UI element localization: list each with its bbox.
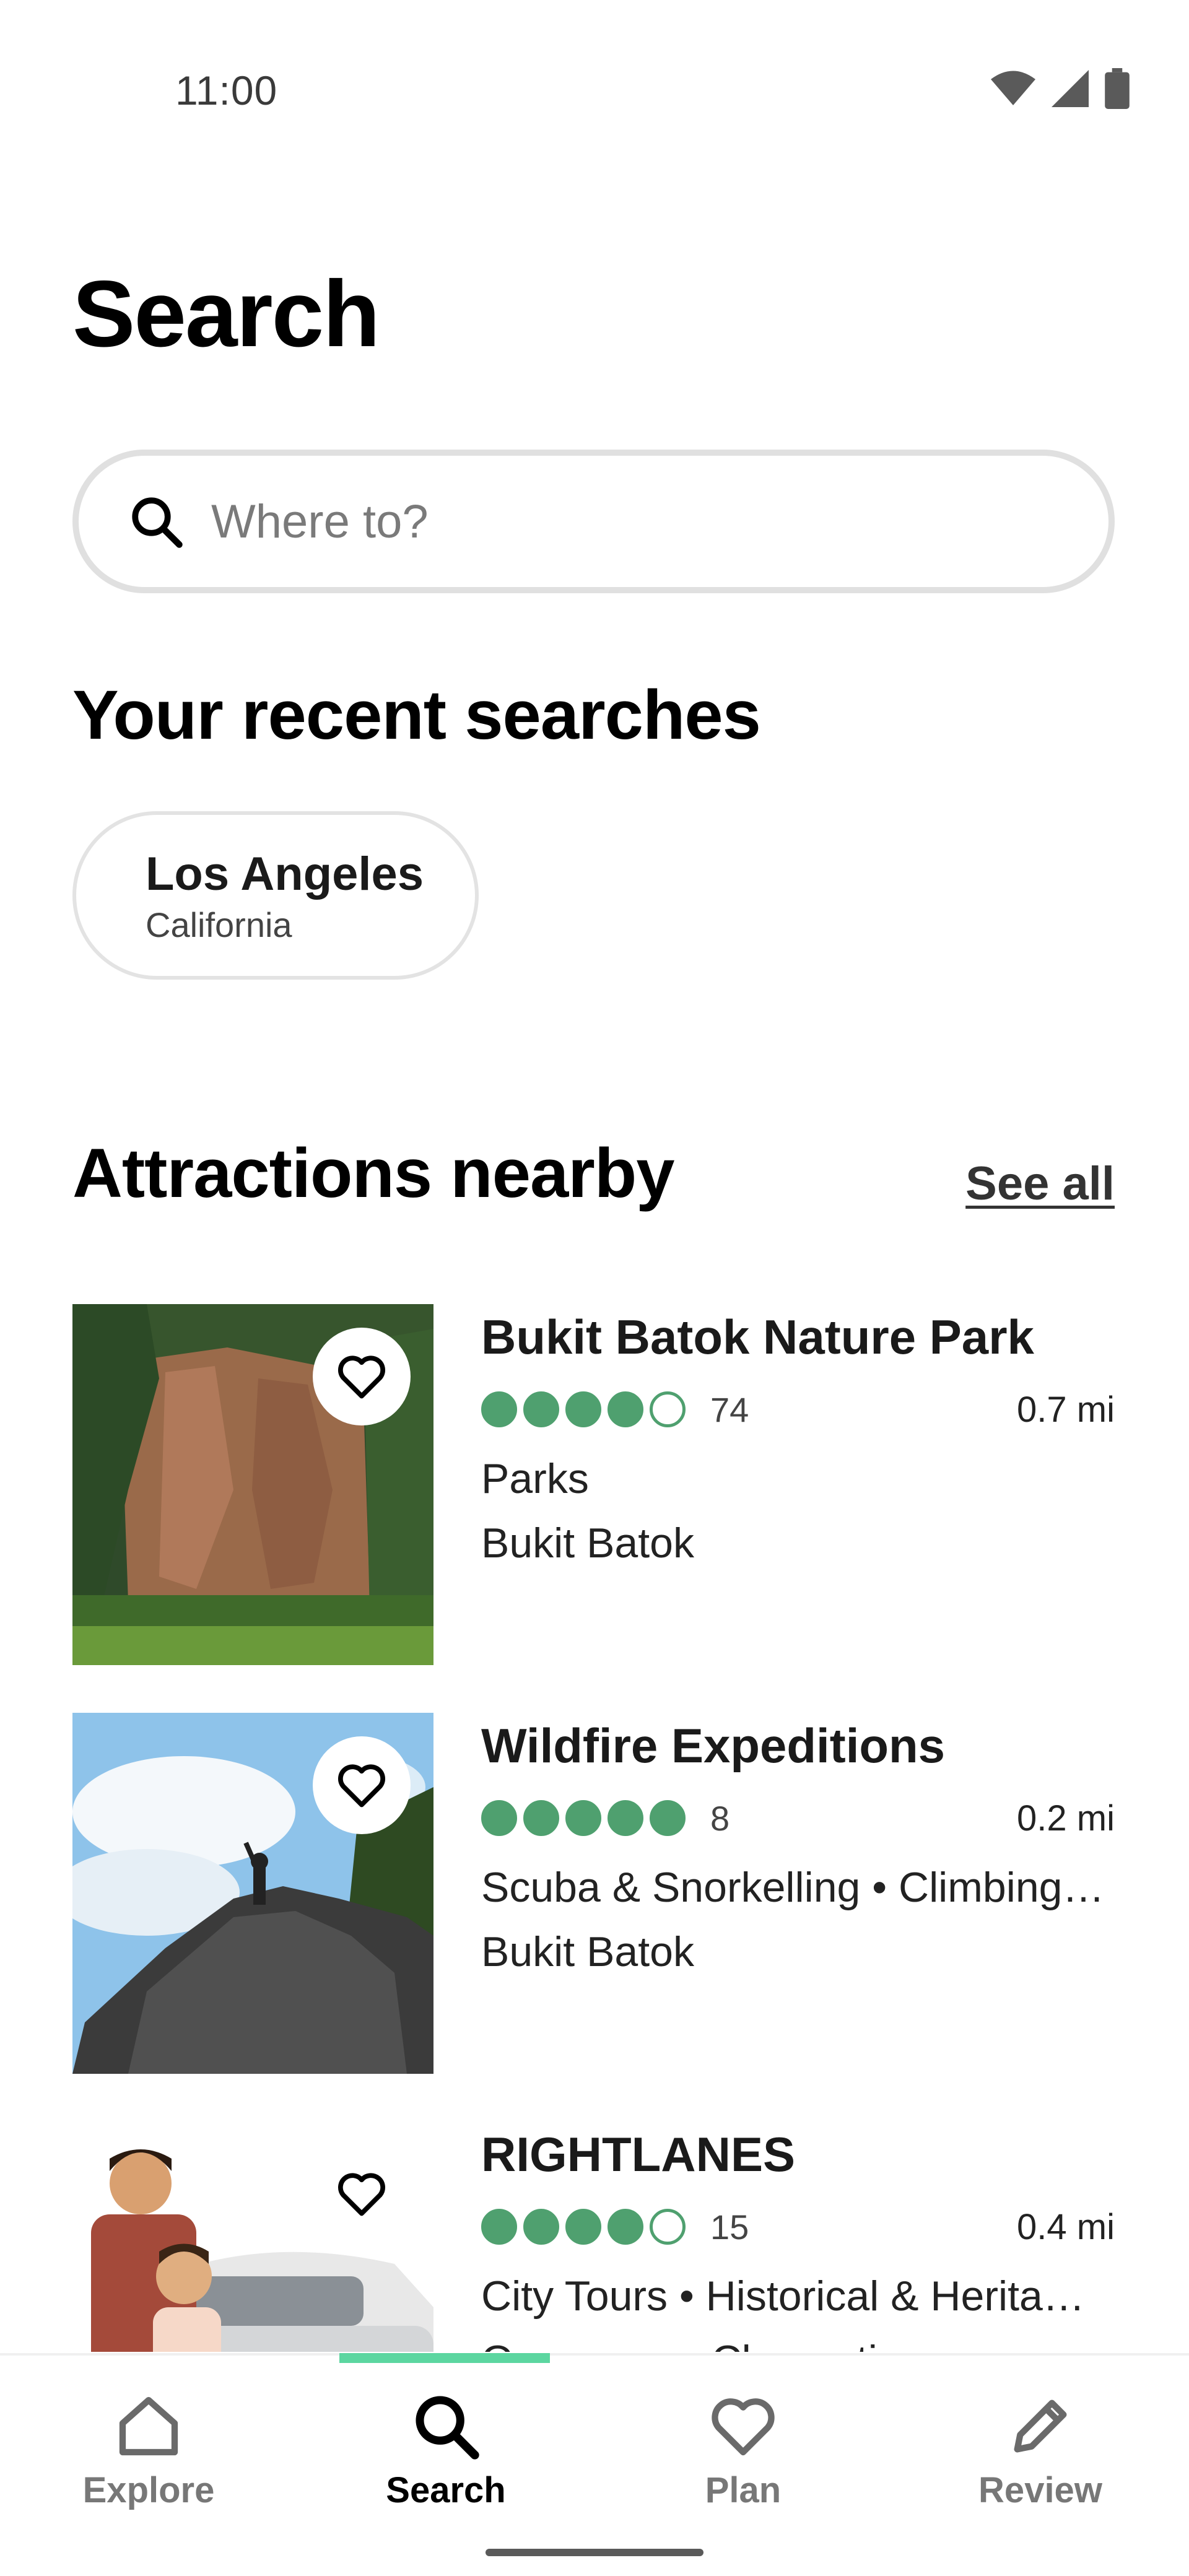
pencil-icon [1014, 2400, 1067, 2453]
rating-row: 15 0.4 mi [481, 2206, 1115, 2247]
battery-icon [1105, 68, 1130, 109]
signal-icon [1052, 70, 1089, 107]
rating-bubble-filled [565, 2209, 601, 2245]
status-icons [991, 68, 1130, 109]
attraction-category: Scuba & Snorkelling • Climbing… [481, 1864, 1105, 1911]
search-box[interactable] [72, 450, 1115, 593]
rating-bubbles [481, 1391, 686, 1427]
attraction-category: City Tours • Historical & Herita… [481, 2273, 1085, 2320]
rating-bubble-filled [523, 1391, 559, 1427]
rating-bubble-filled [481, 2209, 517, 2245]
attraction-location: Bukit Batok [481, 1520, 694, 1567]
attractions-list: Bukit Batok Nature Park 74 0.7 mi Parks … [72, 1304, 1115, 2352]
recent-search-subtitle: California [146, 905, 292, 944]
rating-bubble-empty [650, 2209, 686, 2245]
status-bar: 11:00 [0, 0, 1189, 186]
heart-icon [712, 2398, 775, 2456]
rating-bubble-empty [650, 1391, 686, 1427]
recent-searches-title: Your recent searches [72, 676, 761, 754]
nav-item-plan[interactable]: Plan [594, 2356, 892, 2541]
attraction-info: RIGHTLANES 15 0.4 mi City Tours • Histor… [481, 2121, 1115, 2352]
attractions-title: Attractions nearby [72, 1134, 675, 1212]
heart-icon [338, 2173, 385, 2216]
attraction-info: Bukit Batok Nature Park 74 0.7 mi Parks … [481, 1304, 1115, 1567]
review-count: 8 [710, 1798, 730, 1838]
attraction-photo [72, 1713, 433, 2074]
nav-label: Search [386, 2470, 506, 2510]
rating-bubble-filled [608, 1391, 643, 1427]
nav-item-explore[interactable]: Explore [0, 2356, 297, 2541]
see-all-link[interactable]: See all [965, 1157, 1115, 1211]
favorite-button[interactable] [313, 1328, 411, 1425]
rating-bubbles [481, 2209, 686, 2245]
attraction-location: Open now • Clementi [481, 2336, 1115, 2352]
nav-label: Review [978, 2470, 1102, 2510]
review-count: 15 [710, 2207, 749, 2247]
attraction-name: Wildfire Expeditions [481, 1718, 946, 1773]
attraction-item[interactable]: Bukit Batok Nature Park 74 0.7 mi Parks … [72, 1304, 1115, 1713]
attraction-info: Wildfire Expeditions 8 0.2 mi Scuba & Sn… [481, 1713, 1115, 1976]
attraction-item[interactable]: RIGHTLANES 15 0.4 mi City Tours • Histor… [72, 2121, 1115, 2352]
attraction-photo [72, 2121, 433, 2352]
heart-icon [338, 1355, 385, 1399]
attraction-name: Bukit Batok Nature Park [481, 1310, 1034, 1364]
recent-search-chip[interactable]: Los Angeles California [72, 811, 479, 980]
review-count: 74 [710, 1390, 749, 1429]
attraction-item[interactable]: Wildfire Expeditions 8 0.2 mi Scuba & Sn… [72, 1713, 1115, 2121]
nav-label: Plan [705, 2470, 782, 2510]
distance: 0.2 mi [1017, 1798, 1115, 1838]
attraction-name: RIGHTLANES [481, 2127, 795, 2182]
nav-item-review[interactable]: Review [892, 2356, 1189, 2541]
attraction-location: Bukit Batok [481, 1928, 694, 1975]
rating-bubble-filled [523, 2209, 559, 2245]
rating-bubble-filled [481, 1391, 517, 1427]
heart-icon [338, 1764, 385, 1808]
recent-search-title: Los Angeles [146, 848, 424, 900]
search-icon [132, 497, 183, 548]
rating-bubble-filled [608, 2209, 643, 2245]
nav-label: Explore [82, 2470, 215, 2510]
attraction-category: Parks [481, 1455, 589, 1502]
rating-bubble-filled [565, 1391, 601, 1427]
rating-bubbles [481, 1800, 686, 1836]
rating-row: 8 0.2 mi [481, 1798, 1115, 1838]
bottom-nav: Explore Search Plan Review [0, 2353, 1189, 2576]
rating-bubble-filled [523, 1800, 559, 1836]
home-indicator[interactable] [486, 2549, 703, 2556]
rating-bubble-filled [481, 1800, 517, 1836]
search-icon [416, 2396, 479, 2460]
wifi-icon [991, 71, 1035, 105]
nav-item-search[interactable]: Search [297, 2356, 594, 2541]
page-title: Search [72, 261, 380, 367]
favorite-button[interactable] [313, 2145, 411, 2243]
rating-bubble-filled [608, 1800, 643, 1836]
rating-row: 74 0.7 mi [481, 1389, 1115, 1430]
home-icon [119, 2396, 178, 2456]
attraction-photo [72, 1304, 433, 1665]
rating-bubble-filled [650, 1800, 686, 1836]
search-input[interactable] [211, 494, 1016, 549]
distance: 0.4 mi [1017, 2206, 1115, 2247]
favorite-button[interactable] [313, 1736, 411, 1834]
distance: 0.7 mi [1017, 1389, 1115, 1430]
rating-bubble-filled [565, 1800, 601, 1836]
status-time: 11:00 [175, 67, 278, 113]
